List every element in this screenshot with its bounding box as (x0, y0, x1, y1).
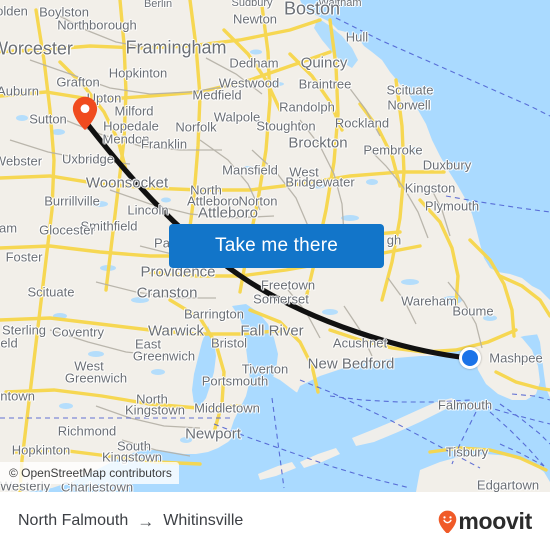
map-canvas[interactable]: oldenBoylstonBerlinSudburyWalthamBostonN… (0, 0, 550, 492)
route-summary: North Falmouth → Whitinsville (18, 512, 243, 530)
map-attribution[interactable]: © OpenStreetMap contributors (0, 462, 179, 484)
moovit-pin-icon (438, 510, 457, 534)
take-me-there-button[interactable]: Take me there (169, 224, 384, 268)
origin-label: North Falmouth (18, 512, 129, 529)
arrow-right-icon: → (137, 511, 155, 531)
moovit-logo[interactable]: moovit (438, 507, 532, 534)
moovit-trip-map-screen: oldenBoylstonBerlinSudburyWalthamBostonN… (0, 0, 550, 550)
destination-pin-icon[interactable] (72, 96, 98, 130)
moovit-wordmark: moovit (458, 507, 532, 534)
destination-label: Whitinsville (163, 512, 244, 529)
footer-bar: North Falmouth → Whitinsville moovit (0, 492, 550, 550)
origin-dot-marker[interactable] (459, 347, 481, 369)
